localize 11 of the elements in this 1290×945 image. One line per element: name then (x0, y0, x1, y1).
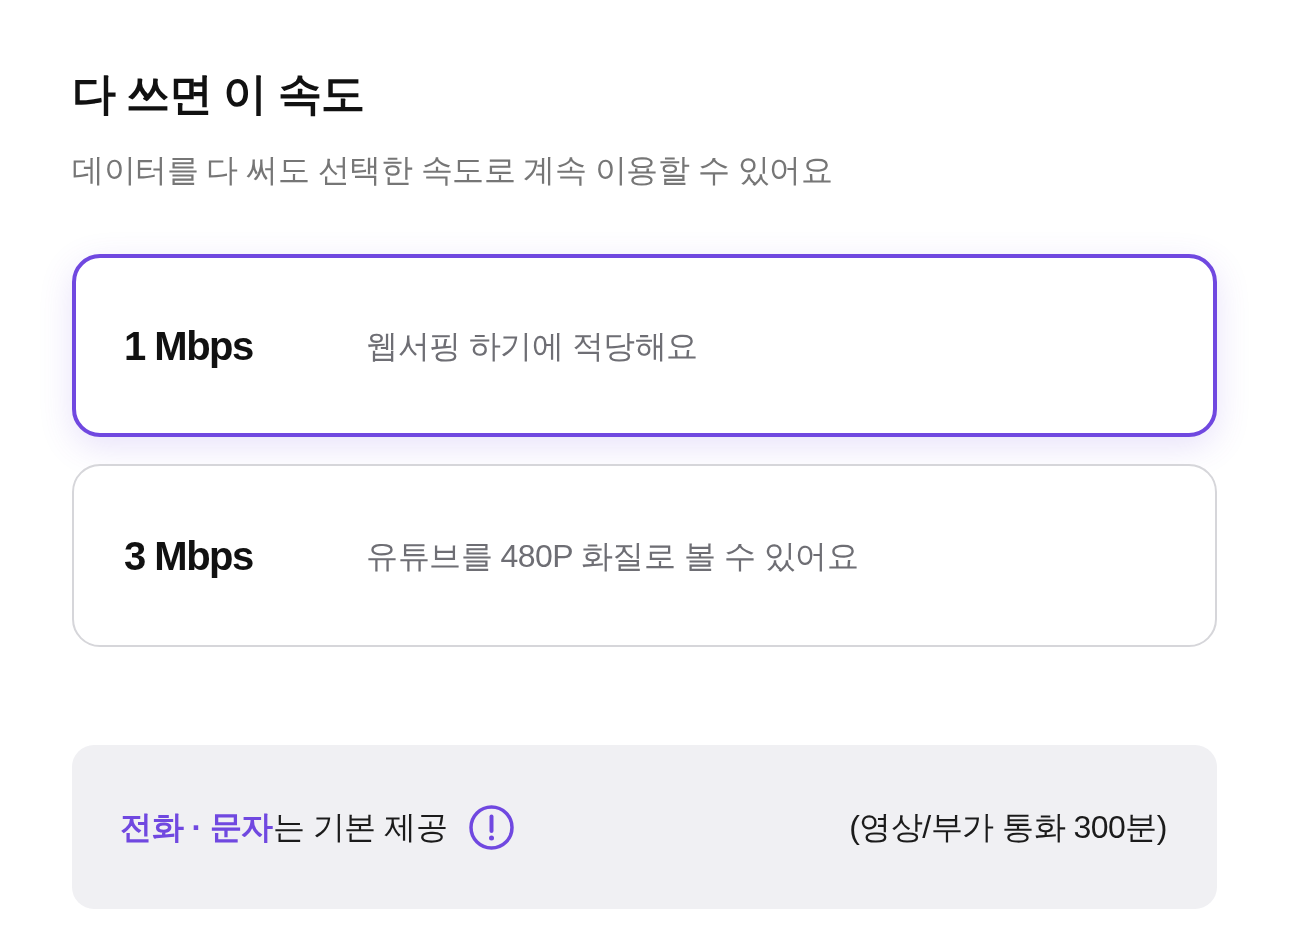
info-text: 전화 · 문자는 기본 제공 (120, 808, 448, 847)
section-title: 다 쓰면 이 속도 (72, 68, 365, 120)
speed-option[interactable]: 1 Mbps 웹서핑 하기에 적당해요 (72, 254, 1217, 437)
info-icon[interactable] (469, 804, 515, 850)
speed-label: 3 Mbps (124, 532, 254, 580)
section-subtitle: 데이터를 다 써도 선택한 속도로 계속 이용할 수 있어요 (72, 151, 834, 190)
speed-option[interactable]: 3 Mbps 유튜브를 480P 화질로 볼 수 있어요 (72, 464, 1217, 647)
info-detail-text: (영상/부가 통화 300분) (849, 808, 1167, 847)
speed-description: 유튜브를 480P 화질로 볼 수 있어요 (366, 536, 859, 576)
speed-description: 웹서핑 하기에 적당해요 (366, 326, 698, 366)
speed-label: 1 Mbps (124, 322, 254, 370)
